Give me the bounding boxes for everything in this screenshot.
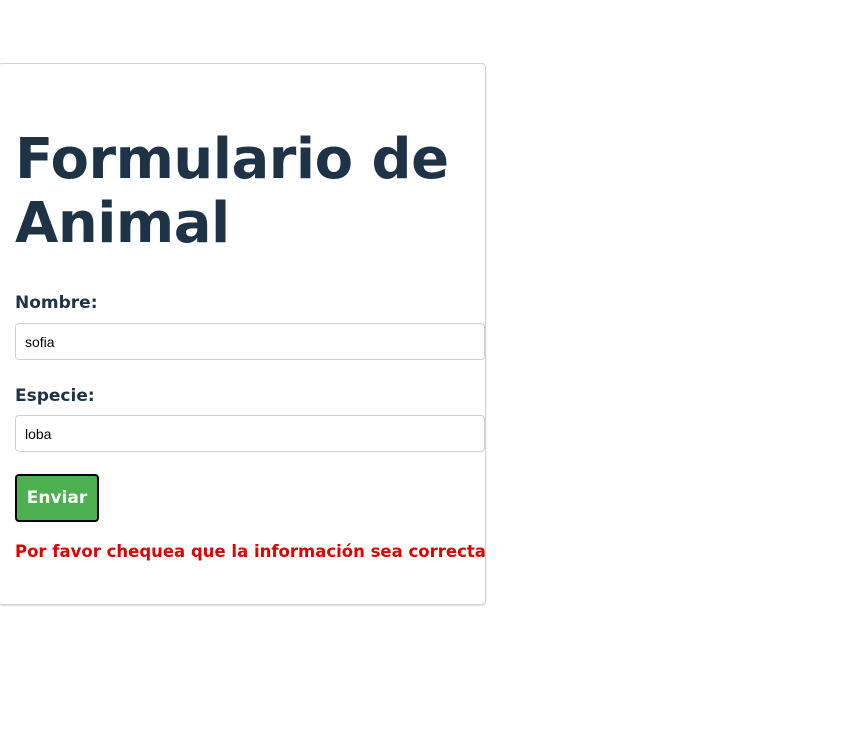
especie-label: Especie: (15, 386, 95, 406)
animal-form-card: Formulario de Animal Nombre: Especie: En… (0, 63, 486, 605)
validation-message: Por favor chequea que la información sea… (15, 542, 486, 561)
nombre-input[interactable] (15, 323, 485, 360)
submit-button[interactable]: Enviar (15, 474, 99, 522)
form-title: Formulario de Animal (15, 127, 449, 256)
nombre-label: Nombre: (15, 293, 98, 313)
especie-input[interactable] (15, 415, 485, 452)
